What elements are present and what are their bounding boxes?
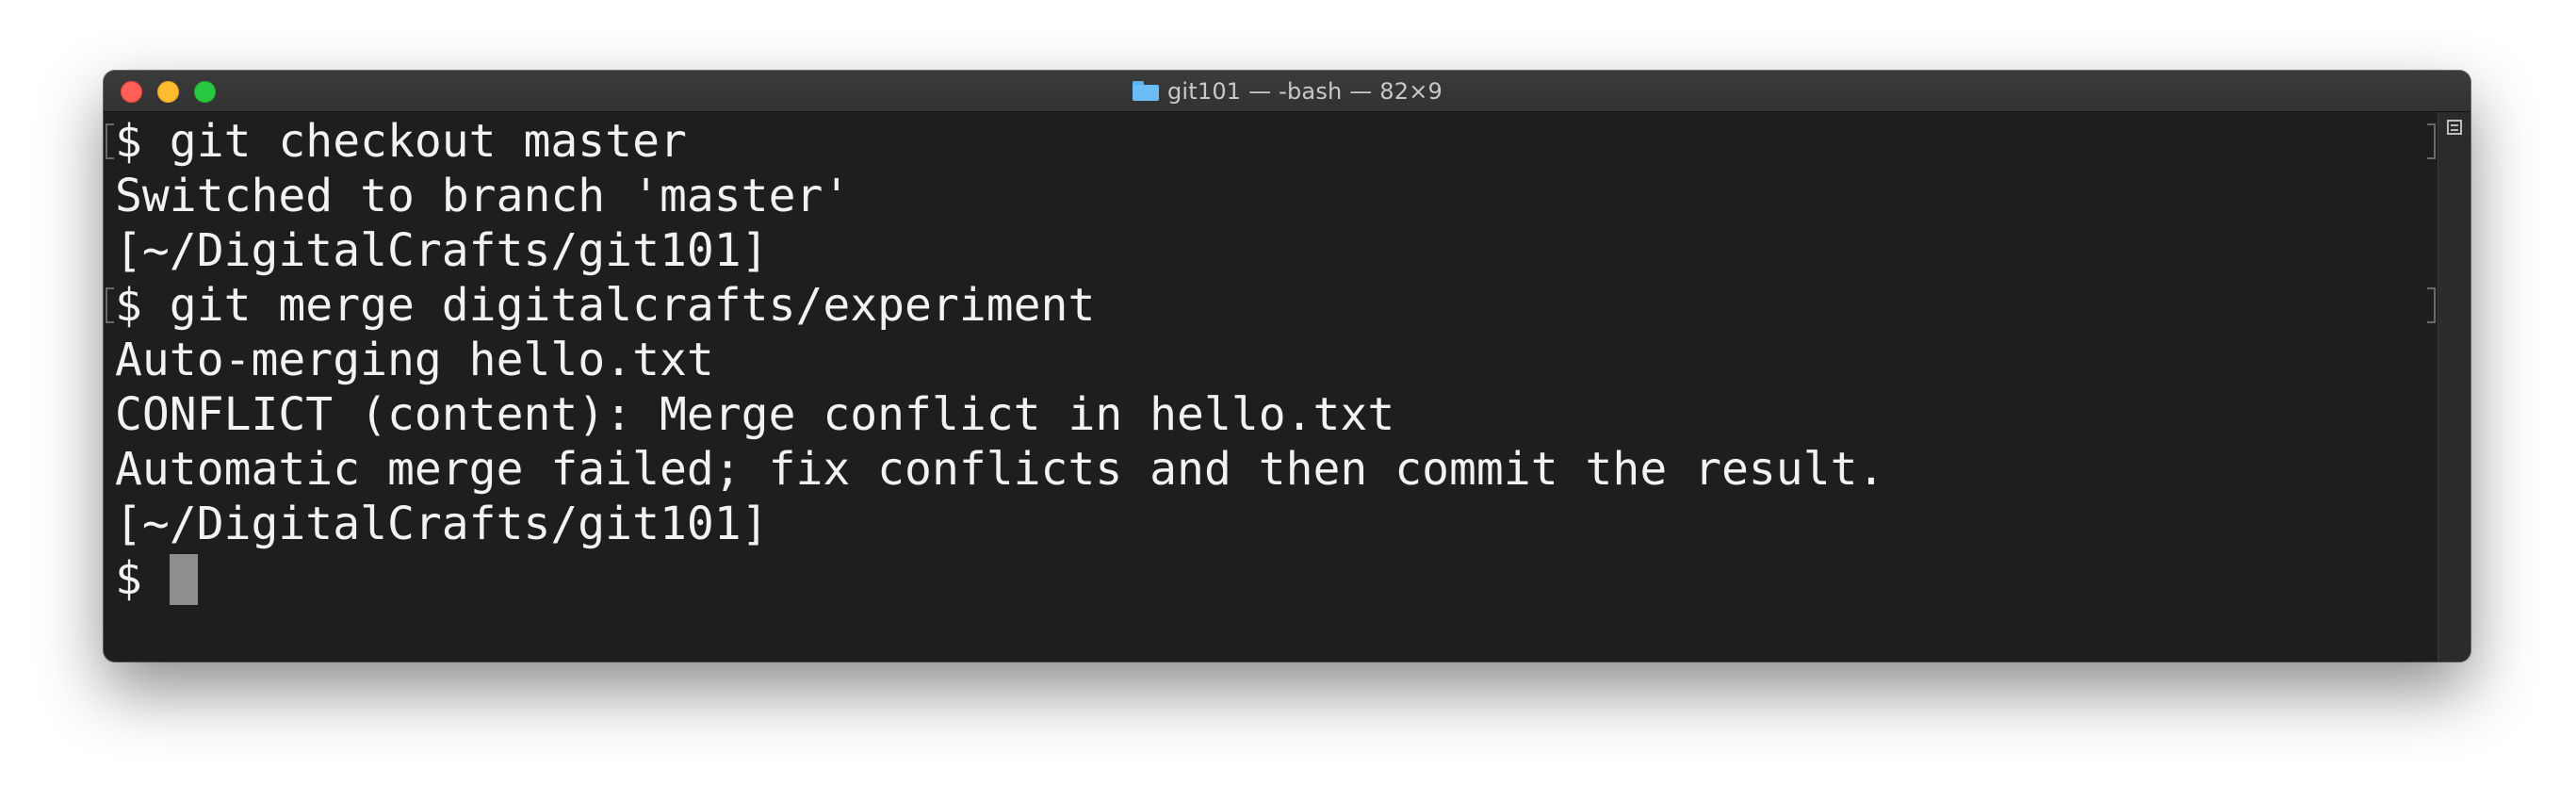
window-title: git101 — -bash — 82×9 (1166, 77, 1443, 105)
text-cursor (169, 554, 198, 605)
terminal-line-path: [~/DigitalCrafts/git101] (115, 498, 769, 550)
split-pane-icon[interactable] (2447, 120, 2462, 135)
terminal-window: git101 — -bash — 82×9 $ git checkout mas… (104, 71, 2470, 662)
terminal-line-path: [~/DigitalCrafts/git101] (115, 224, 769, 277)
prompt-mark-right (2427, 123, 2436, 159)
terminal-input-line[interactable]: $ (115, 551, 198, 606)
prompt-mark-left (106, 287, 114, 323)
scrollbar[interactable] (2437, 112, 2470, 662)
terminal-line-output: Switched to branch 'master' (115, 170, 851, 222)
folder-icon (1132, 80, 1160, 102)
prompt-mark-left (106, 123, 114, 159)
terminal-line-command: $ git checkout master (115, 115, 687, 168)
terminal-line-output: Auto-merging hello.txt (115, 334, 714, 386)
terminal-line-output: CONFLICT (content): Merge conflict in he… (115, 388, 1395, 441)
terminal-output[interactable]: $ git checkout master Switched to branch… (104, 112, 2437, 662)
terminal-line-output: Automatic merge failed; fix conflicts an… (115, 443, 1885, 496)
terminal-line-command: $ git merge digitalcrafts/experiment (115, 279, 1096, 332)
window-title-container: git101 — -bash — 82×9 (104, 71, 2470, 111)
prompt-mark-right (2427, 287, 2436, 323)
title-bar[interactable]: git101 — -bash — 82×9 (104, 71, 2470, 112)
prompt-symbol: $ (115, 552, 170, 605)
